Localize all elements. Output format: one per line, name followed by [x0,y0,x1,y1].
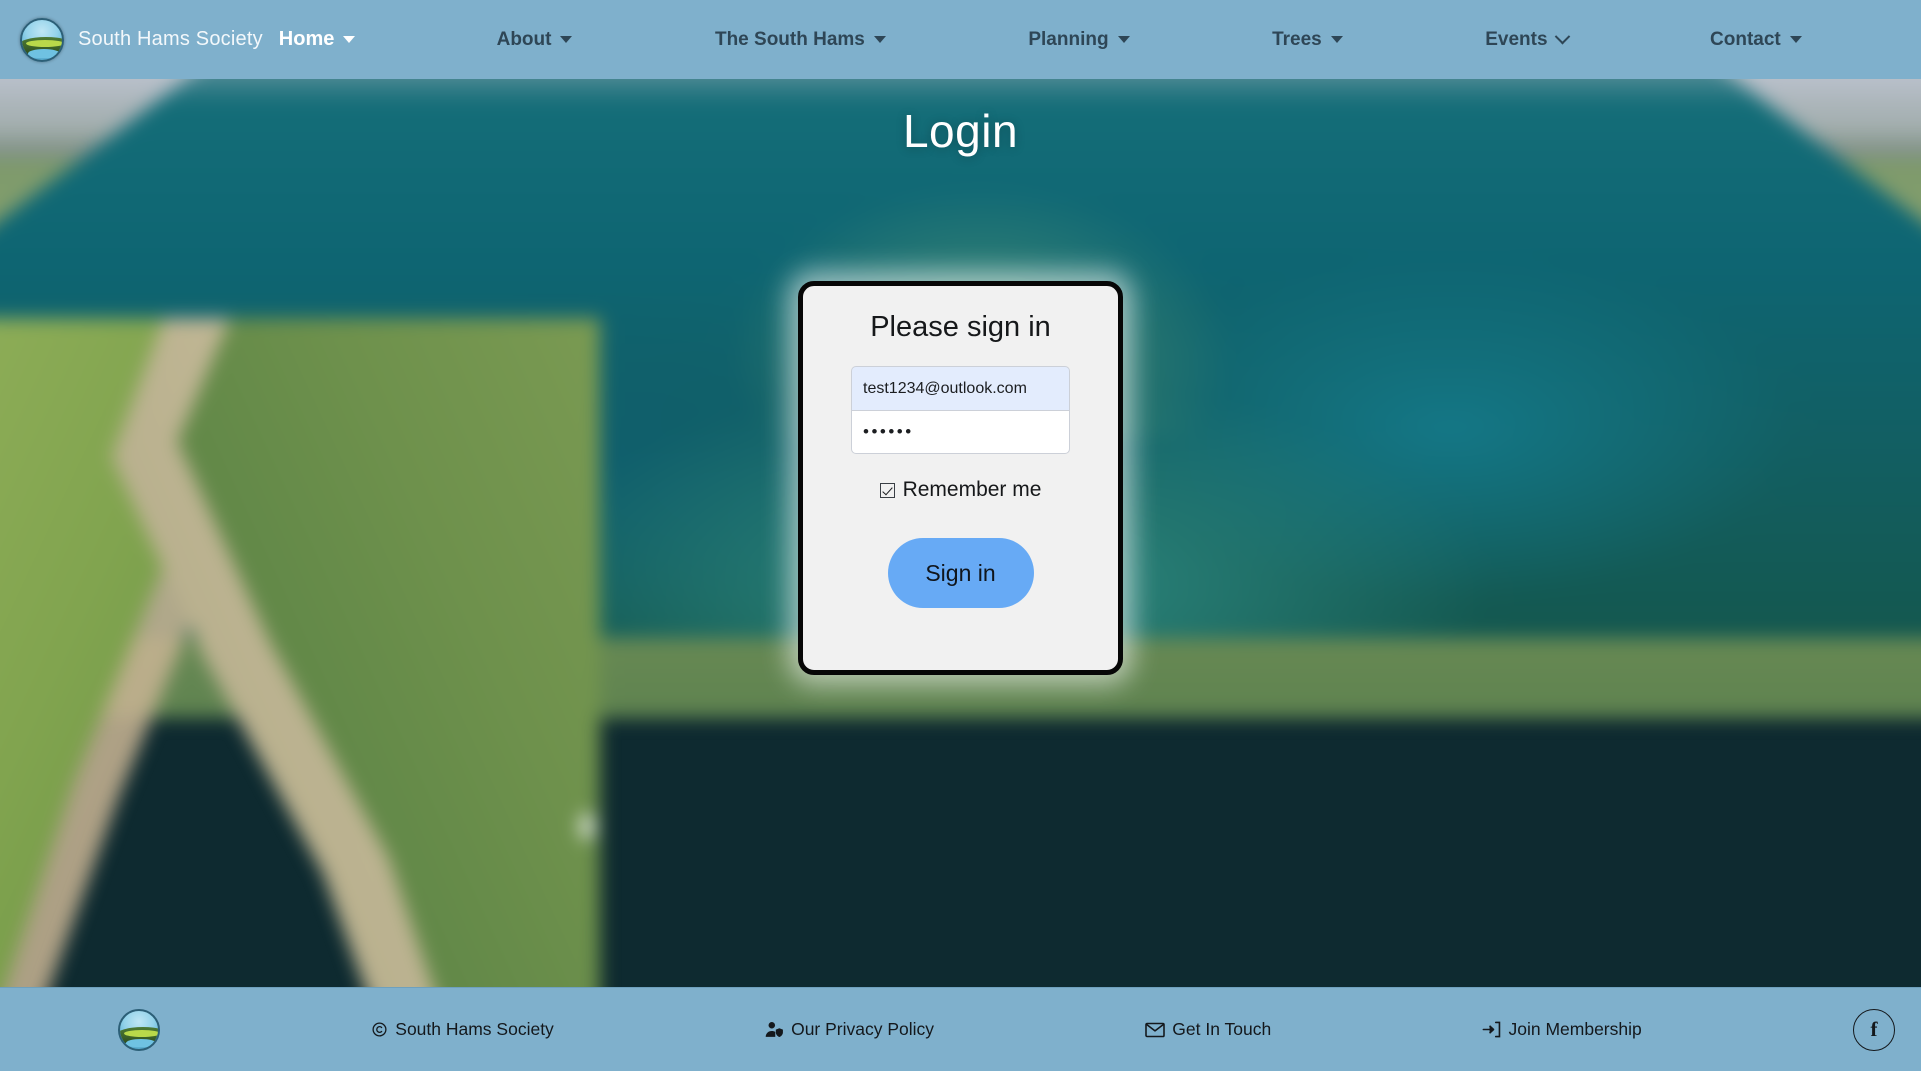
background-boat [580,813,594,839]
footer-link-get-in-touch[interactable]: Get In Touch [1145,1019,1271,1040]
nav-item-events-label: Events [1485,28,1548,50]
remember-me-checkbox[interactable] [879,482,895,498]
caret-down-icon [1789,36,1802,43]
email-input[interactable] [851,366,1070,410]
navbar-links: About The South Hams Planning Trees Even… [355,29,1921,51]
nav-item-contact[interactable]: Contact [1710,29,1802,51]
login-card: Please sign in Remember me Sign in [798,281,1123,675]
footer-link-copyright-label: South Hams Society [395,1019,554,1039]
sign-in-button[interactable]: Sign in [887,538,1034,608]
nav-item-planning-label: Planning [1028,28,1109,50]
facebook-icon[interactable]: f [1853,1008,1895,1051]
login-card-title: Please sign in [870,311,1051,343]
footer-logo-icon[interactable] [118,1008,160,1051]
caret-down-icon [1117,36,1130,43]
sign-in-arrow-icon [1482,1021,1501,1038]
chevron-down-icon [1554,28,1570,45]
footer-link-join-membership[interactable]: Join Membership [1482,1019,1642,1040]
nav-item-home-label: Home [278,28,335,50]
footer-link-join-membership-label: Join Membership [1508,1019,1642,1039]
caret-down-icon [873,36,886,43]
nav-item-home[interactable]: Home [279,28,356,51]
footer-inner: South Hams Society Our Privacy Policy Ge… [0,1008,1921,1051]
nav-item-trees-label: Trees [1272,28,1322,50]
envelope-icon [1145,1022,1166,1038]
nav-item-about[interactable]: About [497,29,573,51]
page-title: Login [902,105,1019,157]
user-shield-icon [765,1021,784,1038]
nav-item-the-south-hams[interactable]: The South Hams [715,29,886,51]
nav-item-trees[interactable]: Trees [1272,29,1343,51]
remember-me-label: Remember me [902,478,1042,501]
site-footer: South Hams Society Our Privacy Policy Ge… [0,987,1921,1071]
footer-link-privacy-policy-label: Our Privacy Policy [791,1019,935,1039]
caret-down-icon [343,36,356,43]
main-navbar: South Hams Society Home About The South … [0,0,1921,79]
caret-down-icon [1330,36,1343,43]
login-page: South Hams Society Home About The South … [0,0,1921,1071]
south-hams-society-logo-icon[interactable] [20,17,64,62]
login-field-group [851,366,1070,454]
brand-name[interactable]: South Hams Society [78,28,263,51]
copyright-icon [371,1021,388,1038]
password-input[interactable] [851,410,1070,454]
nav-item-planning[interactable]: Planning [1028,28,1130,51]
footer-link-privacy-policy[interactable]: Our Privacy Policy [765,1019,934,1040]
navbar-brand-group[interactable]: South Hams Society Home [0,17,356,62]
remember-me-row[interactable]: Remember me [803,478,1118,502]
nav-item-the-south-hams-label: The South Hams [714,28,865,50]
footer-link-get-in-touch-label: Get In Touch [1172,1019,1272,1039]
nav-item-events[interactable]: Events [1485,28,1570,51]
nav-item-contact-label: Contact [1710,28,1781,50]
nav-item-about-label: About [496,28,552,50]
caret-down-icon [560,36,573,43]
footer-link-copyright: South Hams Society [371,1019,554,1040]
